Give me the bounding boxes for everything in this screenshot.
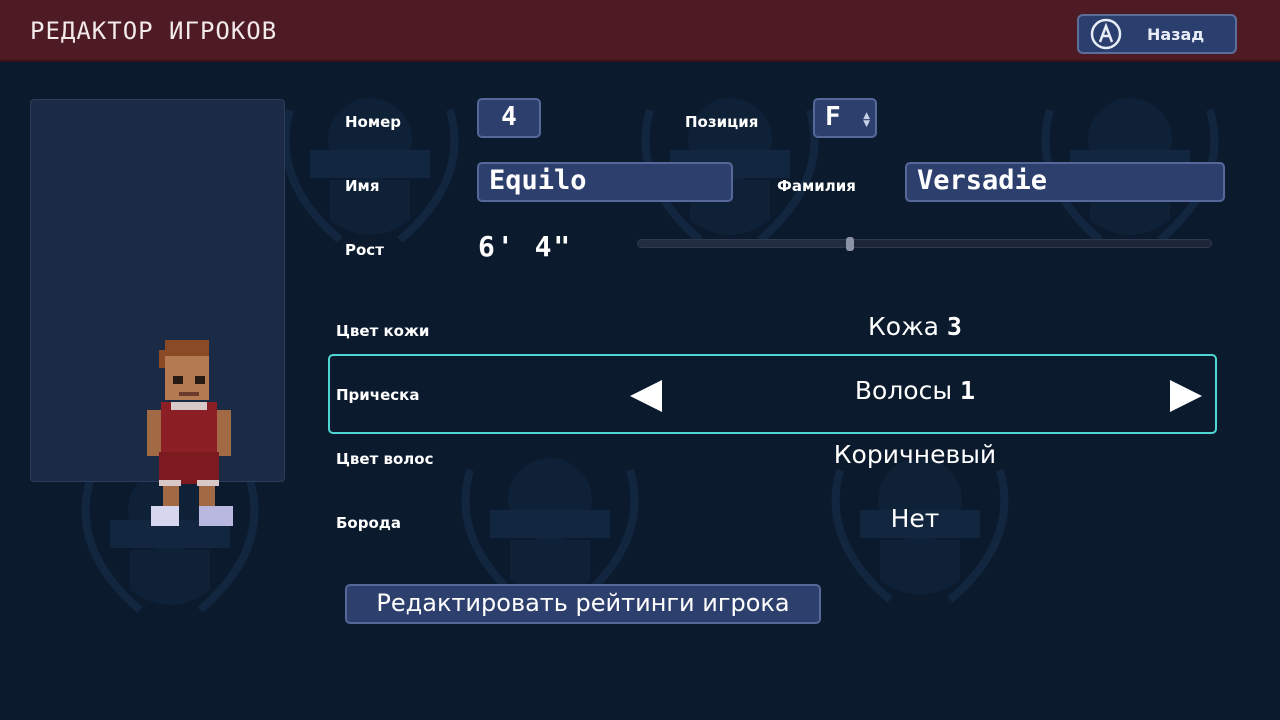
edit-ratings-button[interactable]: Редактировать рейтинги игрока — [345, 584, 821, 624]
height-value: 6' 4" — [478, 230, 573, 263]
skin-color-value[interactable]: Кожа 3 — [760, 312, 1070, 341]
skin-color-label: Цвет кожи — [336, 322, 430, 340]
crest-watermark — [281, 98, 459, 244]
number-field[interactable]: 4 — [477, 98, 541, 138]
beard-label: Борода — [336, 514, 402, 532]
height-slider-fill — [638, 240, 850, 247]
hair-value-text: Волосы — [854, 376, 953, 405]
skin-value-text: Кожа — [868, 312, 939, 341]
hairstyle-value: Волосы 1 — [760, 376, 1070, 405]
player-portrait-panel — [30, 99, 285, 526]
back-label: Назад — [1147, 24, 1205, 44]
hairstyle-label: Прическа — [336, 386, 420, 404]
hair-color-label: Цвет волос — [336, 450, 434, 468]
first-name-field[interactable]: Equilo — [477, 162, 733, 202]
height-label: Рост — [345, 241, 384, 259]
height-slider-thumb[interactable] — [846, 237, 854, 251]
position-select[interactable]: F ▲ ▼ — [813, 98, 877, 138]
back-button[interactable]: Назад — [1077, 14, 1237, 54]
hair-color-value[interactable]: Коричневый — [760, 440, 1070, 469]
first-name-label: Имя — [345, 177, 380, 195]
beard-value[interactable]: Нет — [760, 504, 1070, 533]
updown-icon: ▲ ▼ — [863, 111, 870, 129]
height-slider[interactable] — [637, 237, 1212, 251]
last-name-field[interactable]: Versadie — [905, 162, 1225, 202]
skin-index: 3 — [946, 312, 962, 341]
a-button-icon — [1089, 17, 1123, 51]
number-label: Номер — [345, 113, 402, 131]
top-bar: РЕДАКТОР ИГРОКОВ Назад — [0, 0, 1280, 62]
arrow-left-icon[interactable] — [630, 380, 662, 412]
last-name-label: Фамилия — [777, 177, 856, 195]
hair-index: 1 — [960, 376, 976, 405]
position-value: F — [825, 102, 841, 132]
position-label: Позиция — [685, 113, 759, 131]
player-sprite — [147, 340, 233, 526]
page-title: РЕДАКТОР ИГРОКОВ — [30, 17, 278, 45]
arrow-right-icon[interactable] — [1170, 380, 1202, 412]
